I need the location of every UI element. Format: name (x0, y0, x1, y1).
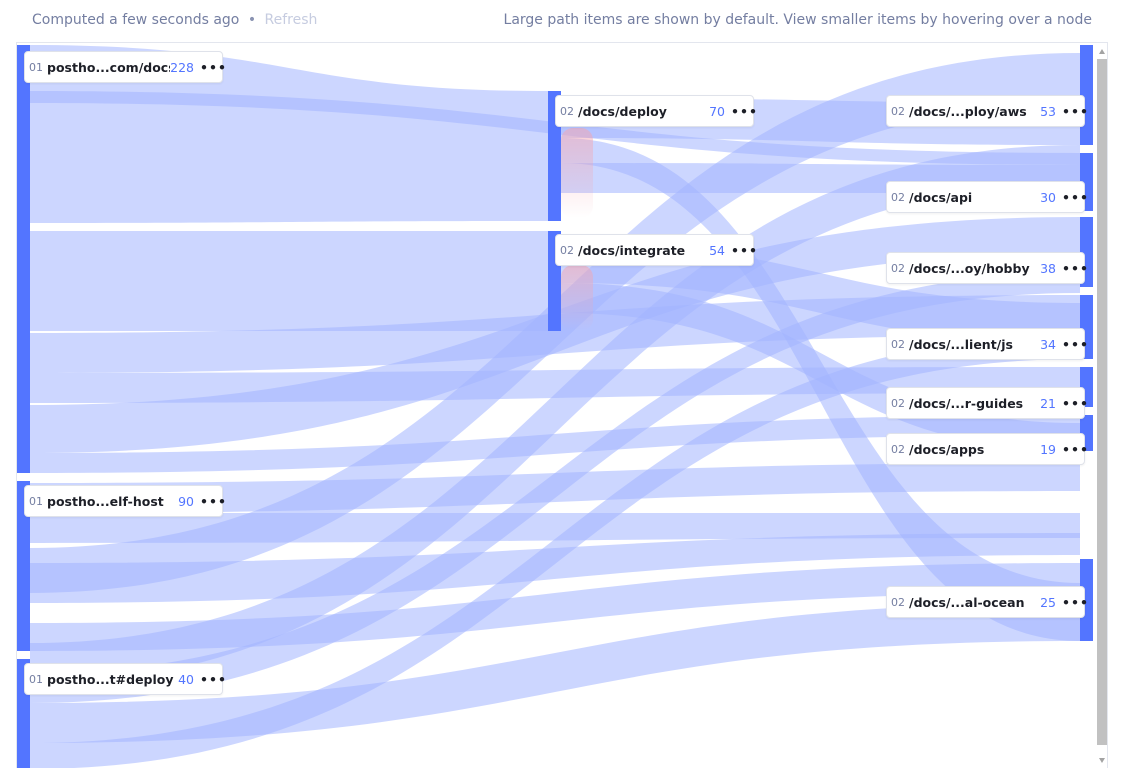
node-name: postho...com/docs (47, 59, 171, 75)
node-step: 02 (891, 396, 905, 410)
computed-status: Computed a few seconds ago • Refresh (32, 12, 317, 28)
node-name: /docs/...oy/hobby (909, 260, 1030, 276)
node-name: /docs/deploy (578, 103, 667, 119)
scroll-thumb[interactable] (1097, 59, 1107, 745)
node-count: 21 (1040, 395, 1056, 411)
ellipsis-icon[interactable]: ••• (731, 104, 757, 119)
computed-text: Computed a few seconds ago (32, 12, 240, 28)
path-node-api[interactable]: 02 /docs/api 30 ••• (886, 181, 1088, 213)
vertical-scrollbar[interactable] (1097, 49, 1107, 763)
node-step: 02 (891, 595, 905, 609)
ellipsis-icon[interactable]: ••• (200, 494, 226, 509)
ellipsis-icon[interactable]: ••• (200, 60, 226, 75)
node-step: 02 (560, 104, 574, 118)
hint-text: Large path items are shown by default. V… (503, 12, 1092, 28)
path-node-apps[interactable]: 02 /docs/apps 19 ••• (886, 433, 1088, 465)
node-step: 01 (29, 494, 43, 508)
node-step: 01 (29, 672, 43, 686)
node-count: 40 (178, 671, 194, 687)
node-step: 02 (891, 104, 905, 118)
node-count: 54 (709, 242, 725, 258)
node-name: /docs/...ploy/aws (909, 103, 1027, 119)
node-bar-n1[interactable] (17, 45, 30, 473)
node-count: 53 (1040, 103, 1056, 119)
path-node-1[interactable]: 01 postho...com/docs 228 ••• (24, 51, 226, 83)
node-step: 02 (891, 261, 905, 275)
node-name: /docs/...r-guides (909, 395, 1024, 411)
path-node-2[interactable]: 01 postho...elf-host 90 ••• (24, 485, 226, 517)
node-name: /docs/api (909, 189, 973, 205)
node-step: 02 (891, 337, 905, 351)
node-name: postho...elf-host (47, 493, 164, 509)
dropoff-indicator-2 (561, 265, 593, 331)
path-node-3[interactable]: 01 postho...t#deploy 40 ••• (24, 663, 226, 695)
path-node-docs-deploy[interactable]: 02 /docs/deploy 70 ••• (555, 95, 757, 127)
ellipsis-icon[interactable]: ••• (731, 243, 757, 258)
dropoff-indicator-1 (561, 128, 593, 218)
path-node-digital-ocean[interactable]: 02 /docs/...al-ocean 25 ••• (886, 586, 1088, 618)
node-step: 02 (891, 190, 905, 204)
node-step: 01 (29, 60, 43, 74)
node-name: /docs/apps (909, 441, 985, 457)
paths-header: Computed a few seconds ago • Refresh Lar… (16, 0, 1108, 40)
node-name: /docs/...al-ocean (909, 594, 1025, 610)
scroll-up-arrow-icon[interactable] (1099, 49, 1105, 54)
ellipsis-icon[interactable]: ••• (1062, 261, 1088, 276)
node-count: 38 (1040, 260, 1056, 276)
path-node-guides[interactable]: 02 /docs/...r-guides 21 ••• (886, 387, 1088, 419)
node-name: /docs/integrate (578, 242, 686, 258)
path-link-2[interactable] (30, 231, 548, 331)
node-count: 19 (1040, 441, 1056, 457)
path-node-hobby[interactable]: 02 /docs/...oy/hobby 38 ••• (886, 252, 1088, 284)
path-node-client-js[interactable]: 02 /docs/...lient/js 34 ••• (886, 328, 1088, 360)
ellipsis-icon[interactable]: ••• (200, 672, 226, 687)
ellipsis-icon[interactable]: ••• (1062, 396, 1088, 411)
refresh-link[interactable]: Refresh (265, 12, 318, 28)
path-node-aws[interactable]: 02 /docs/...ploy/aws 53 ••• (886, 95, 1088, 127)
paths-chart: 01 postho...com/docs 228 ••• 01 postho..… (16, 42, 1108, 768)
node-count: 90 (178, 493, 194, 509)
node-name: /docs/...lient/js (909, 336, 1013, 352)
ellipsis-icon[interactable]: ••• (1062, 190, 1088, 205)
scroll-down-arrow-icon[interactable] (1099, 758, 1105, 763)
node-count: 228 (170, 59, 194, 75)
path-node-docs-integrate[interactable]: 02 /docs/integrate 54 ••• (555, 234, 757, 266)
node-count: 34 (1040, 336, 1056, 352)
ellipsis-icon[interactable]: ••• (1062, 104, 1088, 119)
separator-dot: • (247, 12, 257, 28)
node-count: 70 (709, 103, 725, 119)
ellipsis-icon[interactable]: ••• (1062, 595, 1088, 610)
node-count: 25 (1040, 594, 1056, 610)
node-count: 30 (1040, 189, 1056, 205)
node-step: 02 (560, 243, 574, 257)
ellipsis-icon[interactable]: ••• (1062, 442, 1088, 457)
node-name: postho...t#deploy (47, 671, 174, 687)
ellipsis-icon[interactable]: ••• (1062, 337, 1088, 352)
node-step: 02 (891, 442, 905, 456)
